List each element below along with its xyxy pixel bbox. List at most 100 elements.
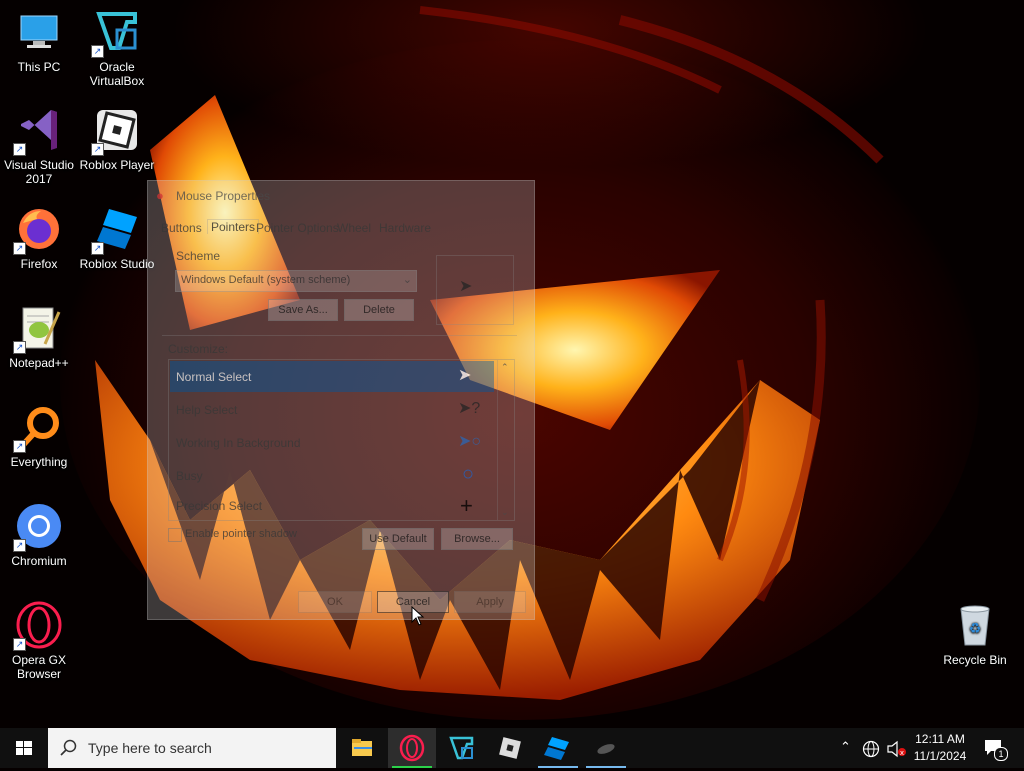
- mouse-properties-dialog[interactable]: ● Mouse Properties Buttons Pointers Poin…: [147, 180, 535, 620]
- volume-status[interactable]: x: [884, 728, 908, 768]
- roblox-studio-icon: [544, 737, 569, 760]
- enable-shadow-label: Enable pointer shadow: [185, 528, 297, 540]
- clock-time: 12:11 AM: [915, 732, 965, 746]
- desktop-icon-roblox-studio[interactable]: ↗ Roblox Studio: [78, 205, 156, 271]
- pointer-list[interactable]: Normal Select ➤ Help Select ➤? Working I…: [168, 359, 515, 521]
- desktop-icon-notepad-plus-plus[interactable]: ↗ Notepad++: [0, 304, 78, 370]
- chevron-down-icon[interactable]: ⌄: [501, 507, 509, 518]
- desktop-icon-label: Everything: [10, 455, 68, 469]
- mouse-icon: ●: [156, 188, 164, 203]
- windows-logo-icon: [16, 741, 32, 755]
- tab-wheel[interactable]: Wheel: [337, 221, 371, 235]
- desktop-icon-label: Roblox Player: [79, 158, 155, 172]
- globe-icon: [862, 740, 880, 758]
- clock-date: 11/1/2024: [913, 749, 967, 763]
- desktop-icon-label: Opera GX Browser: [11, 653, 67, 681]
- scheme-label: Scheme: [176, 249, 221, 263]
- mouse-icon: [597, 744, 615, 754]
- enable-shadow-checkbox[interactable]: [168, 528, 182, 542]
- opera-gx-icon: [399, 734, 425, 762]
- taskbar-app-roblox-studio[interactable]: [534, 728, 582, 768]
- tab-pointers[interactable]: Pointers: [207, 219, 260, 234]
- working-pointer-icon: ➤○: [458, 433, 482, 450]
- desktop-icon-label: Chromium: [11, 554, 67, 568]
- divider: [162, 335, 517, 336]
- use-default-button[interactable]: Use Default: [362, 528, 434, 550]
- roblox-studio-icon: ↗: [91, 205, 141, 255]
- mouse-cursor-icon: [411, 606, 425, 626]
- arrow-pointer-icon: ➤: [459, 278, 473, 295]
- taskbar-app-virtualbox[interactable]: [438, 728, 486, 768]
- chromium-icon: ↗: [13, 502, 63, 552]
- notification-center-button[interactable]: 1: [978, 728, 1018, 768]
- list-item[interactable]: Busy ○: [170, 460, 494, 491]
- search-icon: [60, 739, 77, 756]
- desktop-icon-label: Recycle Bin: [943, 653, 1007, 667]
- svg-text:♻: ♻: [969, 621, 982, 637]
- firefox-icon: ↗: [13, 205, 63, 255]
- dialog-title: Mouse Properties: [176, 189, 271, 203]
- taskbar-app-roblox-player[interactable]: [486, 728, 534, 768]
- desktop-icon-visual-studio-2017[interactable]: ↗ Visual Studio 2017: [0, 106, 78, 186]
- browse-button[interactable]: Browse...: [441, 528, 513, 550]
- opera-gx-icon: ↗: [13, 601, 63, 651]
- desktop-icon-this-pc[interactable]: This PC: [0, 8, 78, 74]
- clock[interactable]: 12:11 AM 11/1/2024: [910, 728, 970, 768]
- roblox-player-icon: ↗: [91, 106, 141, 156]
- notepadplusplus-icon: ↗: [13, 304, 63, 354]
- apply-button[interactable]: Apply: [454, 591, 526, 613]
- desktop-icon-recycle-bin[interactable]: ♻ Recycle Bin: [936, 601, 1014, 667]
- tab-hardware[interactable]: Hardware: [379, 221, 431, 235]
- list-scrollbar[interactable]: ⌃ ⌄: [497, 360, 514, 520]
- show-hidden-icons-button[interactable]: ⌃: [836, 728, 858, 768]
- chevron-down-icon: ⌄: [402, 274, 412, 286]
- desktop-icon-label: Oracle VirtualBox: [89, 60, 145, 88]
- computer-icon: [15, 8, 63, 56]
- chevron-up-icon[interactable]: ⌃: [501, 362, 509, 373]
- customize-label: Customize:: [168, 342, 229, 356]
- list-item[interactable]: Precision Select +: [170, 493, 494, 519]
- taskbar-app-opera-gx[interactable]: [388, 728, 436, 768]
- save-as-button[interactable]: Save As...: [268, 299, 338, 321]
- list-item-selected[interactable]: Normal Select ➤: [170, 361, 494, 392]
- desktop-icon-oracle-virtualbox[interactable]: ↗ Oracle VirtualBox: [78, 8, 156, 88]
- desktop-icon-roblox-player[interactable]: ↗ Roblox Player: [78, 106, 156, 172]
- desktop-icon-label: Firefox: [20, 257, 58, 271]
- pointer-preview: ➤: [436, 255, 514, 325]
- desktop-icon-everything[interactable]: ↗ Everything: [0, 403, 78, 469]
- virtualbox-icon: ↗: [91, 8, 141, 58]
- pointer-name: Help Select: [176, 403, 238, 417]
- desktop-icon-label: Roblox Studio: [79, 257, 155, 271]
- tab-buttons[interactable]: Buttons: [161, 221, 202, 235]
- visual-studio-icon: ↗: [13, 106, 63, 156]
- desktop-icon-chromium[interactable]: ↗ Chromium: [0, 502, 78, 568]
- taskbar-app-file-explorer[interactable]: [338, 728, 386, 768]
- desktop-icon-opera-gx[interactable]: ↗ Opera GX Browser: [0, 601, 78, 681]
- desktop-icon-label: Visual Studio 2017: [4, 158, 74, 186]
- pointer-name: Working In Background: [176, 436, 301, 450]
- pointer-name: Busy: [176, 469, 203, 483]
- list-item[interactable]: Help Select ➤?: [170, 394, 494, 425]
- tab-pointer-options[interactable]: Pointer Options: [256, 221, 339, 235]
- taskbar-app-mouse-properties[interactable]: [582, 728, 630, 768]
- list-item[interactable]: Working In Background ➤○: [170, 427, 494, 458]
- roblox-player-icon: [499, 737, 521, 759]
- taskbar-search-box[interactable]: Type here to search: [48, 728, 336, 768]
- scheme-select[interactable]: Windows Default (system scheme) ⌄: [175, 270, 417, 292]
- desktop-icon-label: This PC: [17, 60, 61, 74]
- ok-button[interactable]: OK: [298, 591, 372, 613]
- start-button[interactable]: [0, 728, 48, 768]
- virtualbox-icon: [449, 736, 474, 760]
- svg-text:x: x: [900, 749, 904, 757]
- desktop-icon-label: Notepad++: [9, 356, 69, 370]
- help-pointer-icon: ➤?: [458, 400, 481, 417]
- precision-pointer-icon: +: [460, 493, 473, 518]
- pointer-name: Precision Select: [176, 499, 263, 513]
- search-placeholder: Type here to search: [88, 740, 212, 756]
- arrow-pointer-icon: ➤: [458, 367, 472, 384]
- network-status[interactable]: [860, 728, 882, 768]
- taskbar: Type here to search ⌃ x 12:11 AM 11/1/20…: [0, 728, 1024, 768]
- desktop-icon-firefox[interactable]: ↗ Firefox: [0, 205, 78, 271]
- chevron-up-icon: ⌃: [840, 739, 851, 754]
- delete-button[interactable]: Delete: [344, 299, 414, 321]
